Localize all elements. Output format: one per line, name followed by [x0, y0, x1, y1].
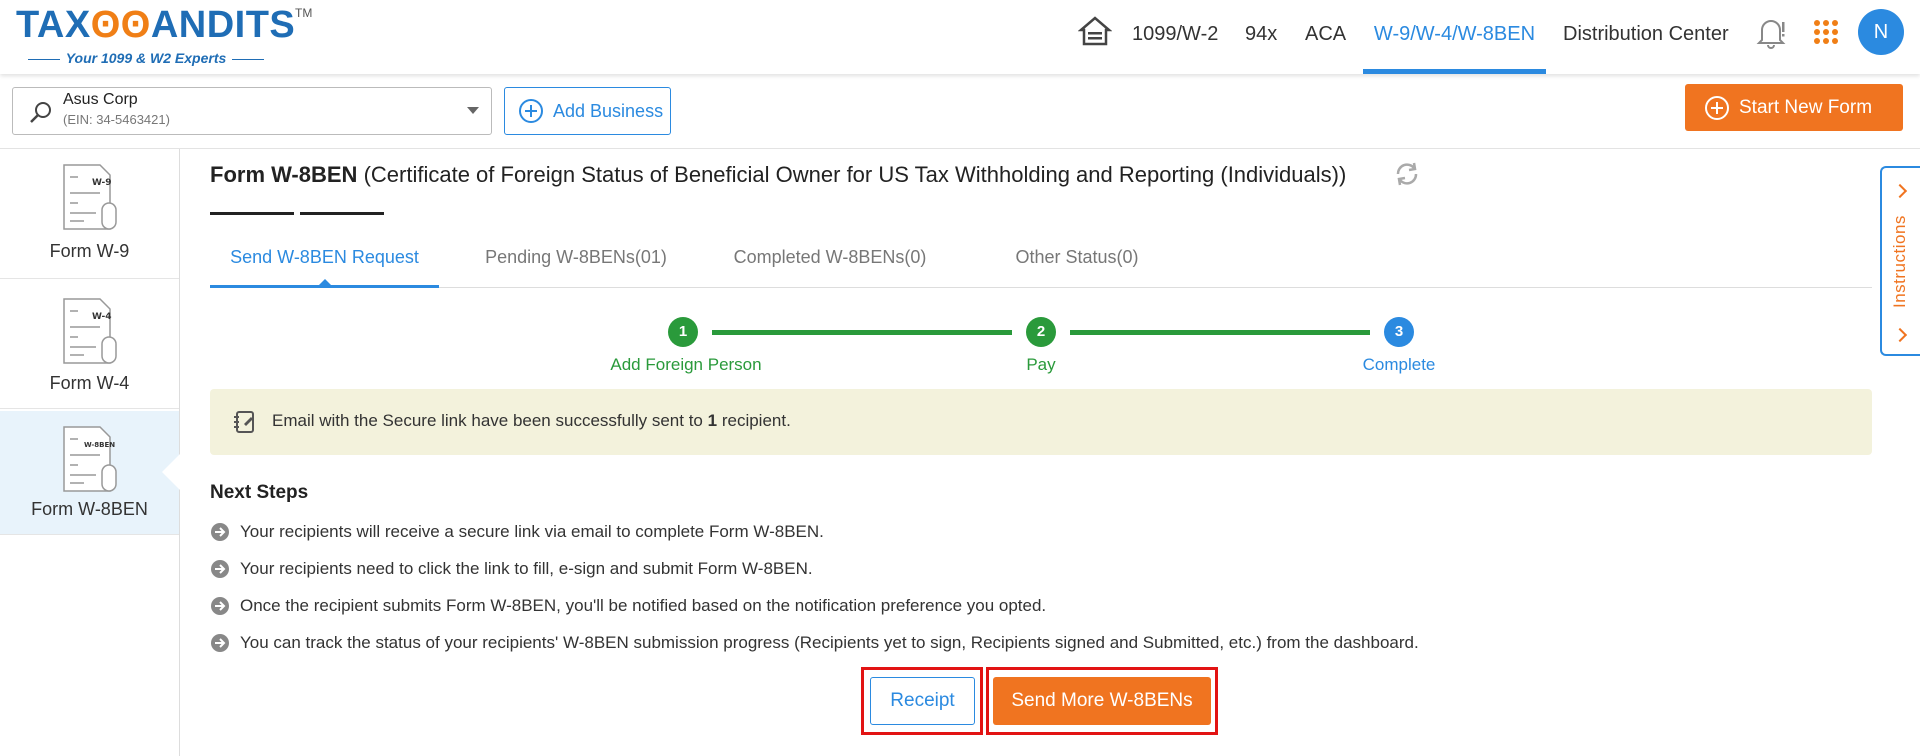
active-pointer [162, 454, 180, 490]
svg-text:W-8BEN: W-8BEN [84, 441, 115, 449]
step-2-circle: 2 [1026, 317, 1056, 347]
start-new-form-label: Start New Form [1739, 96, 1873, 118]
logo-wordmark: TAXʘʘANDITS [16, 4, 296, 46]
tab-completed[interactable]: Completed W-8BENs(0) [720, 240, 940, 288]
chevron-left-icon [1892, 183, 1908, 199]
taxbandits-logo[interactable]: TAXʘʘANDITS TM Your 1099 & W2 Experts [16, 4, 312, 66]
sidebar-item-w4[interactable]: W-4 Form W-4 [0, 279, 179, 409]
logo-trademark: TM [295, 6, 313, 20]
arrow-circle-icon [211, 634, 229, 652]
step-1-circle: 1 [668, 317, 698, 347]
start-new-form-button[interactable]: Start New Form [1685, 84, 1903, 131]
title-underline [210, 212, 294, 215]
apps-grid-icon[interactable] [1814, 20, 1838, 44]
list-item: You can track the status of your recipie… [210, 631, 1419, 655]
form-sidebar: W-9 Form W-9 W-4 Form W-4 W-8BEN Form W-… [0, 149, 180, 756]
tab-other-status[interactable]: Other Status(0) [992, 240, 1162, 288]
page-title: Form W-8BEN (Certificate of Foreign Stat… [210, 162, 1347, 187]
next-steps-heading: Next Steps [210, 482, 309, 503]
step-3-circle: 3 [1384, 317, 1414, 347]
search-icon [30, 102, 51, 123]
title-underline [300, 212, 384, 215]
tab-send-request[interactable]: Send W-8BEN Request [210, 240, 439, 288]
sidebar-item-w9[interactable]: W-9 Form W-9 [0, 149, 179, 279]
business-ein: (EIN: 34-5463421) [63, 112, 170, 127]
plus-circle-icon [1705, 95, 1729, 120]
tab-pending[interactable]: Pending W-8BENs(01) [476, 240, 676, 288]
step-connector [1070, 330, 1370, 335]
svg-text:W-9: W-9 [92, 178, 112, 188]
sidebar-item-label: Form W-4 [49, 373, 130, 393]
step-2-label: Pay [1026, 355, 1056, 374]
add-business-label: Add Business [553, 100, 664, 121]
user-avatar[interactable]: N [1858, 9, 1904, 55]
chevron-down-icon[interactable] [467, 107, 479, 114]
arrow-circle-icon [211, 597, 229, 615]
instructions-tab[interactable]: Instructions [1880, 166, 1920, 356]
list-item: Your recipients will receive a secure li… [210, 520, 824, 544]
step-1-label: Add Foreign Person [610, 355, 762, 374]
document-w9-icon: W-9 [63, 164, 117, 230]
nav-94x[interactable]: 94x [1245, 0, 1277, 74]
nav-w9-w4-w8ben[interactable]: W-9/W-4/W-8BEN [1363, 0, 1546, 74]
bell-icon[interactable] [1756, 16, 1786, 50]
arrow-circle-icon [211, 560, 229, 578]
document-w8ben-icon: W-8BEN [63, 426, 117, 492]
send-more-button[interactable]: Send More W-8BENs [993, 677, 1211, 725]
nav-distribution-center[interactable]: Distribution Center [1563, 0, 1729, 74]
notebook-icon [234, 411, 254, 433]
business-name: Asus Corp [63, 91, 138, 108]
document-w4-icon: W-4 [63, 298, 117, 364]
svg-text:W-4: W-4 [92, 312, 112, 322]
top-navbar: TAXʘʘANDITS TM Your 1099 & W2 Experts 10… [0, 0, 1920, 74]
refresh-icon[interactable] [1393, 160, 1421, 188]
nav-1099-w2[interactable]: 1099/W-2 [1132, 0, 1218, 74]
divider [0, 148, 1920, 149]
receipt-button[interactable]: Receipt [870, 677, 975, 725]
instructions-label: Instructions [1890, 215, 1909, 308]
home-icon[interactable] [1078, 14, 1112, 48]
nav-aca[interactable]: ACA [1305, 0, 1346, 74]
arrow-circle-icon [211, 523, 229, 541]
business-selector[interactable]: Asus Corp (EIN: 34-5463421) [12, 87, 492, 135]
step-connector [712, 330, 1012, 335]
add-business-button[interactable]: Add Business [504, 87, 671, 135]
logo-tagline: Your 1099 & W2 Experts [16, 50, 276, 66]
sidebar-item-label: Form W-9 [49, 241, 130, 261]
success-alert: Email with the Secure link have been suc… [210, 389, 1872, 455]
step-3-label: Complete [1362, 355, 1436, 374]
tab-bar: Send W-8BEN Request Pending W-8BENs(01) … [210, 240, 1872, 288]
plus-circle-icon [519, 99, 543, 123]
list-item: Your recipients need to click the link t… [210, 557, 813, 581]
sidebar-item-label: Form W-8BEN [31, 499, 148, 519]
sidebar-item-w8ben[interactable]: W-8BEN Form W-8BEN [0, 411, 179, 535]
list-item: Once the recipient submits Form W-8BEN, … [210, 594, 1046, 618]
chevron-left-icon [1892, 327, 1908, 343]
alert-message: Email with the Secure link have been suc… [272, 411, 791, 430]
